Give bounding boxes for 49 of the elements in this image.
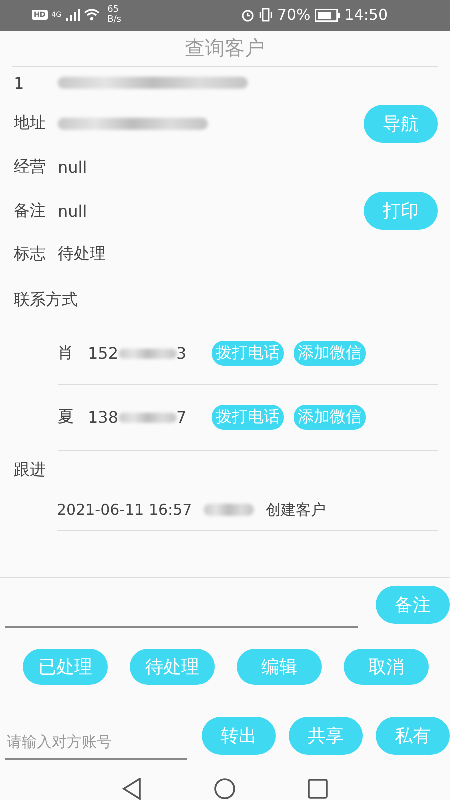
wechat-button[interactable]: 添加微信 <box>294 341 366 366</box>
status-button[interactable]: 已处理 <box>23 649 108 686</box>
wifi-icon <box>84 9 100 22</box>
blurred-phone <box>118 412 177 423</box>
wechat-button[interactable]: 添加微信 <box>294 405 366 430</box>
call-button[interactable]: 拨打电话 <box>212 341 284 366</box>
status-button[interactable]: 待处理 <box>130 649 215 686</box>
recents-icon[interactable] <box>308 779 328 800</box>
transfer-button[interactable]: 私有 <box>376 717 450 756</box>
blurred-phone <box>118 348 177 359</box>
contact-surname: 夏 <box>58 407 75 428</box>
field-label: 备注 <box>14 200 47 222</box>
vibrate-icon <box>259 8 274 22</box>
signal-icon <box>66 9 80 22</box>
phone-start: 138 <box>88 408 119 428</box>
status-button[interactable]: 取消 <box>344 649 429 686</box>
phone-end: 7 <box>176 408 187 428</box>
note-button[interactable]: 备注 <box>376 586 450 624</box>
blurred-user <box>204 504 254 516</box>
status-button[interactable]: 编辑 <box>237 649 322 686</box>
follow-time: 2021-06-11 16:57 <box>57 501 192 520</box>
follow-action: 创建客户 <box>266 500 326 520</box>
action-button[interactable]: 导航 <box>364 104 438 143</box>
section-label: 联系方式 <box>14 290 78 311</box>
action-button[interactable]: 打印 <box>364 192 438 230</box>
account-input[interactable]: 请输入对方账号 <box>5 726 187 760</box>
phone-end: 3 <box>176 344 187 364</box>
alarm-icon <box>241 8 256 22</box>
home-icon[interactable] <box>214 778 236 800</box>
battery-icon <box>314 8 341 22</box>
transfer-button[interactable]: 共享 <box>289 717 363 756</box>
clock-time: 14:50 <box>344 6 388 24</box>
field-label: 标志 <box>14 244 47 266</box>
speed-value: 65 <box>108 5 120 16</box>
back-icon[interactable] <box>122 778 142 800</box>
field-value: null <box>58 158 88 177</box>
speed-unit: B/s <box>108 15 122 26</box>
field-value: null <box>58 202 88 220</box>
call-button[interactable]: 拨打电话 <box>212 405 284 430</box>
section-label: 跟进 <box>14 460 46 482</box>
page-title: 查询客户 <box>12 30 438 68</box>
field-label: 经营 <box>14 156 47 178</box>
customer-index: 1 <box>14 74 26 93</box>
field-label: 地址 <box>14 113 47 134</box>
contact-surname: 肖 <box>58 343 75 364</box>
phone-start: 152 <box>88 344 119 364</box>
battery-percent: 70% <box>277 6 311 24</box>
transfer-button[interactable]: 转出 <box>202 717 276 756</box>
field-value: 待处理 <box>58 244 107 266</box>
